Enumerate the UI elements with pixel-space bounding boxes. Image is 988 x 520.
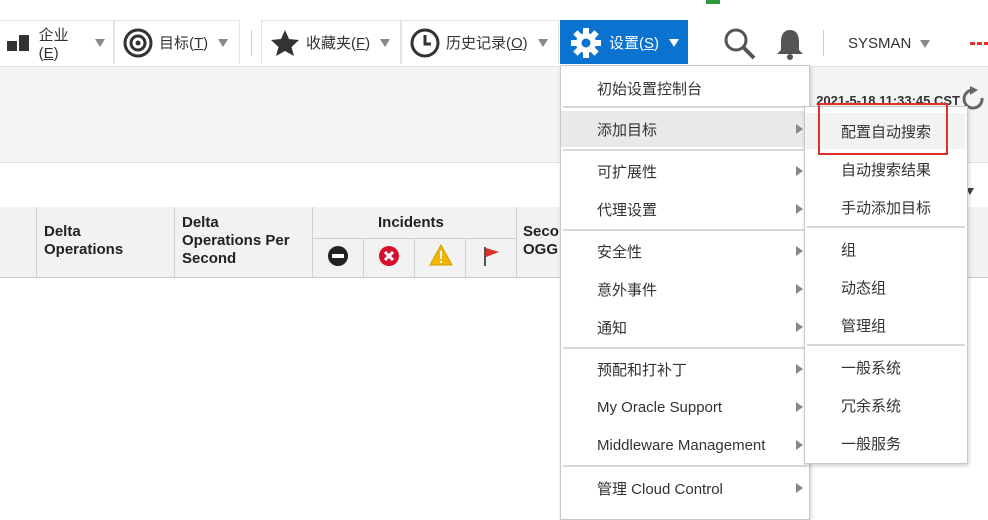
chevron-down-icon [380,38,391,47]
chevron-right-icon [796,322,803,332]
clock-icon [410,28,440,57]
menu-item-initial-setup-console[interactable]: 初始设置控制台 [561,70,807,106]
submenu-item-administration-group[interactable]: 管理组 [805,307,965,343]
fatal-incident-icon [328,246,348,266]
column-divider [174,207,175,277]
column-header-delta-operations-per-second[interactable]: Delta Operations Per Second [182,214,290,268]
menu-item-my-oracle-support[interactable]: My Oracle Support [561,389,807,425]
flag-icon [484,247,499,266]
column-header-delta-operations[interactable]: Delta Operations [44,223,123,259]
username-label: SYSMAN [848,35,912,52]
chevron-down-icon [920,39,931,48]
menu-item-notifications[interactable]: 通知 [561,309,807,345]
chevron-right-icon [796,440,803,450]
column-header-partial[interactable]: Seco OGG [523,223,559,259]
menu-separator [563,465,807,467]
status-strip [706,0,720,4]
settings-dropdown-menu: 初始设置控制台 添加目标 可扩展性 代理设置 安全性 意外事件 通知 预配和打补… [560,65,810,520]
flag-indicator [970,42,988,45]
submenu-item-generic-system[interactable]: 一般系统 [805,349,965,385]
chevron-right-icon [796,166,803,176]
column-divider [465,239,466,277]
chevron-right-icon [796,204,803,214]
menu-separator [563,106,807,108]
toolbar-divider [823,30,824,56]
submenu-item-dynamic-group[interactable]: 动态组 [805,269,965,305]
bell-icon[interactable] [774,27,806,61]
chevron-down-icon [669,38,679,47]
chevron-right-icon [796,483,803,493]
menu-item-agent-settings[interactable]: 代理设置 [561,191,807,227]
column-divider [312,207,313,277]
highlight-annotation [818,103,948,155]
targets-label: 目标(T) [159,35,209,52]
gear-icon [571,27,601,58]
enterprise-icon [7,34,29,51]
favorites-label: 收藏夹(F) [306,35,371,52]
column-divider [363,239,364,277]
chevron-down-icon [95,38,105,47]
settings-menu-button[interactable]: 设置(S) [560,20,688,64]
chevron-right-icon [796,284,803,294]
menu-item-incidents[interactable]: 意外事件 [561,271,807,307]
targets-menu-button[interactable]: 目标(T) [114,20,240,64]
menu-separator [563,347,807,349]
column-divider [516,207,517,277]
column-divider [36,207,37,277]
star-icon [271,29,299,56]
menu-item-extensibility[interactable]: 可扩展性 [561,153,807,189]
history-menu-button[interactable]: 历史记录(O) [401,20,559,64]
chevron-down-icon [537,38,548,47]
menu-item-middleware-management[interactable]: Middleware Management [561,427,807,463]
menu-item-provisioning-patching[interactable]: 预配和打补丁 [561,351,807,387]
chevron-down-icon [218,38,229,47]
toolbar-divider [251,30,252,56]
chevron-right-icon [796,124,803,134]
favorites-menu-button[interactable]: 收藏夹(F) [261,20,401,64]
column-header-incidents: Incidents [378,214,444,231]
settings-label: 设置(S) [609,35,660,52]
submenu-item-group[interactable]: 组 [805,231,965,267]
submenu-item-generic-service[interactable]: 一般服务 [805,425,965,461]
enterprise-label: 企业(E) [38,26,69,62]
menu-separator [563,149,807,151]
menu-item-security[interactable]: 安全性 [561,233,807,269]
warning-incident-icon [429,244,453,266]
chevron-right-icon [796,246,803,256]
history-label: 历史记录(O) [446,35,528,52]
search-icon[interactable] [722,26,758,62]
menu-item-add-target[interactable]: 添加目标 [561,111,807,147]
user-menu-button[interactable]: SYSMAN [848,35,931,52]
menu-item-manage-cloud-control[interactable]: 管理 Cloud Control [561,470,807,506]
menu-separator [807,226,965,228]
menu-separator [563,229,807,231]
submenu-item-auto-discovery-results[interactable]: 自动搜索结果 [805,151,965,187]
target-icon [123,28,153,57]
chevron-right-icon [796,364,803,374]
chevron-right-icon [796,402,803,412]
submenu-item-add-target-manually[interactable]: 手动添加目标 [805,189,965,225]
enterprise-menu-button[interactable]: 企业(E) [0,20,114,64]
critical-incident-icon [379,246,399,266]
submenu-item-redundancy-system[interactable]: 冗余系统 [805,387,965,423]
add-target-submenu: 配置自动搜索 自动搜索结果 手动添加目标 组 动态组 管理组 一般系统 冗余系统… [804,106,968,464]
column-divider [414,239,415,277]
menu-separator [807,344,965,346]
